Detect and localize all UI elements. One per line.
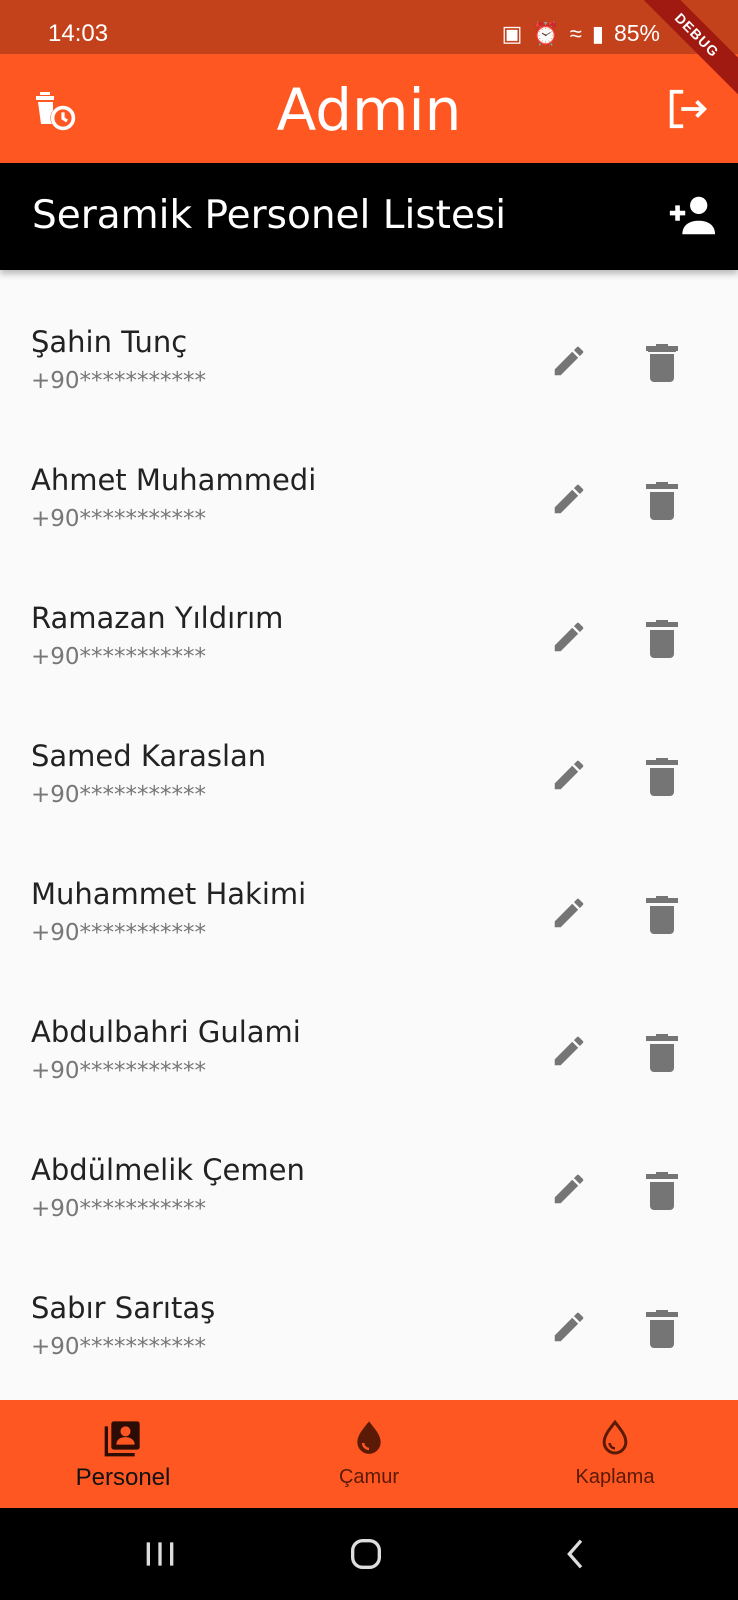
personnel-name: Abdülmelik Çemen [31,1153,305,1187]
delete-icon[interactable] [646,754,678,796]
personnel-phone: +90*********** [31,1058,207,1084]
edit-icon[interactable] [550,480,588,518]
personnel-name: Sabır Sarıtaş [31,1291,216,1325]
contacts-book-icon [104,1421,140,1457]
delete-icon[interactable] [646,340,678,382]
edit-icon[interactable] [550,1032,588,1070]
nav-tab-kaplama[interactable]: Kaplama [492,1400,738,1508]
personnel-phone: +90*********** [31,920,207,946]
personnel-phone: +90*********** [31,1196,207,1222]
edit-icon[interactable] [550,1170,588,1208]
nav-tab-camur[interactable]: Çamur [246,1400,492,1508]
delete-icon[interactable] [646,616,678,658]
delete-icon[interactable] [646,1168,678,1210]
list-item[interactable]: Sabır Sarıtaş +90*********** [0,1246,738,1384]
personnel-phone: +90*********** [31,368,207,394]
edit-icon[interactable] [550,894,588,932]
status-bar: 14:03 ▣ ⏰ ≈ ▮ 85% [0,0,738,54]
app-bar: Admin [0,54,738,163]
personnel-name: Muhammet Hakimi [31,877,307,911]
edit-icon[interactable] [550,342,588,380]
personnel-list: Şahin Tunç +90*********** Ahmet Muhammed… [0,280,738,1400]
logout-icon[interactable] [664,86,710,132]
back-icon[interactable] [556,1534,596,1574]
page-title: Admin [276,76,462,144]
personnel-name: Samed Karaslan [31,739,267,773]
bottom-navigation: Personel Çamur Kaplama [0,1400,738,1508]
delete-icon[interactable] [646,1030,678,1072]
personnel-name: Ahmet Muhammedi [31,463,317,497]
status-icons: ▣ ⏰ ≈ ▮ 85% [502,20,660,47]
edit-icon[interactable] [550,1308,588,1346]
personnel-phone: +90*********** [31,644,207,670]
nav-tab-personel[interactable]: Personel [0,1400,246,1508]
add-user-icon[interactable] [666,193,716,237]
personnel-phone: +90*********** [31,506,207,532]
delete-icon[interactable] [646,892,678,934]
list-header: Seramik Personel Listesi [0,163,738,270]
list-item[interactable]: Muhammet Hakimi +90*********** [0,832,738,970]
list-item[interactable]: Abdulbahri Gulami +90*********** [0,970,738,1108]
list-item[interactable]: Samed Karaslan +90*********** [0,694,738,832]
wifi-icon: ≈ [569,20,582,46]
status-time: 14:03 [48,20,109,47]
list-item[interactable]: Abdülmelik Çemen +90*********** [0,1108,738,1246]
list-item[interactable]: Ramazan Yıldırım +90*********** [0,556,738,694]
drop-filled-icon [357,1421,381,1454]
delete-icon[interactable] [646,478,678,520]
signal-icon: ▮ [591,20,604,46]
personnel-phone: +90*********** [31,1334,207,1360]
personnel-phone: +90*********** [31,782,207,808]
list-item[interactable]: Ahmet Muhammedi +90*********** [0,418,738,556]
list-title: Seramik Personel Listesi [32,193,507,238]
personnel-name: Abdulbahri Gulami [31,1015,301,1049]
list-item[interactable]: Şahin Tunç +90*********** [0,280,738,418]
battery-level: 85% [613,20,660,46]
nav-label: Personel [75,1464,171,1491]
nav-label: Kaplama [575,1466,655,1488]
drop-outline-icon [602,1419,628,1455]
edit-icon[interactable] [550,756,588,794]
nav-label: Çamur [338,1466,399,1488]
personnel-name: Ramazan Yıldırım [31,601,284,635]
notification-icon: ▣ [501,20,523,46]
personnel-name: Şahin Tunç [31,325,188,359]
home-icon[interactable] [346,1534,386,1574]
delete-icon[interactable] [646,1306,678,1348]
recent-apps-icon[interactable] [140,1534,180,1574]
alarm-icon: ⏰ [532,20,560,46]
edit-icon[interactable] [550,618,588,656]
system-navigation-bar [0,1508,738,1600]
